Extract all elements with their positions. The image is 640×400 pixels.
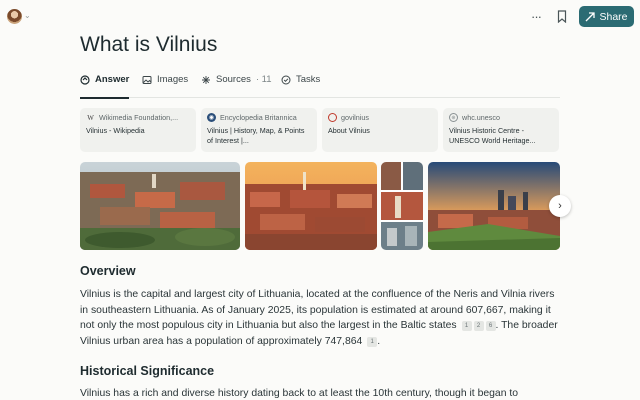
source-title: Vilnius Historic Centre - UNESCO World H… [449,126,536,145]
vilnius-aerial-image[interactable] [80,162,240,250]
chevron-down-icon[interactable]: ⌄ [24,11,31,20]
tab-images[interactable]: Images [142,74,188,96]
tab-answer[interactable]: Answer [80,74,130,99]
source-title: About Vilnius [328,126,370,135]
sources-icon [202,76,210,84]
source-card[interactable]: ◉ Encyclopedia Britannica Vilnius | Histo… [201,108,317,152]
vilnius-city-image[interactable] [428,162,560,250]
source-site: Encyclopedia Britannica [220,113,297,122]
share-label: Share [599,10,628,23]
chevron-right-icon: › [558,200,562,212]
overview-text: . [377,335,381,347]
tab-bar: Answer Images Sources · 11 Tasks [80,72,560,99]
citation-badge[interactable]: 1 [367,336,378,347]
source-cards: W Wikimedia Foundation,... Vilnius - Wiki… [80,108,560,152]
more-options-icon[interactable]: ··· [531,9,542,24]
history-paragraph: Vilnius has a rich and diverse history d… [80,388,519,399]
share-button[interactable]: Share [579,6,634,27]
globe-icon: ◉ [207,113,216,122]
tasks-icon [281,75,291,85]
source-card[interactable]: govilnius About Vilnius [322,108,438,152]
vilnius-collage-image[interactable] [381,162,423,250]
source-site: whc.unesco [462,113,500,122]
citation-badge[interactable]: 2 [473,321,484,331]
vilnius-sunset-image[interactable] [245,162,377,250]
tab-tasks[interactable]: Tasks [281,74,320,96]
image-icon [142,76,152,84]
govilnius-icon [328,113,337,122]
wikipedia-icon: W [87,113,94,122]
next-image-button[interactable]: › [549,195,571,217]
source-title: Vilnius | History, Map, & Points of Inte… [207,126,305,145]
source-card[interactable]: ⊕ whc.unesco Vilnius Historic Centre - UN… [443,108,559,152]
citation-badge[interactable]: 6 [485,321,496,331]
source-site: govilnius [341,113,369,122]
tab-tasks-label: Tasks [296,74,321,85]
top-bar: ⌄ ··· Share [0,0,640,34]
tab-sources[interactable]: Sources · 11 [201,74,272,96]
source-title: Vilnius - Wikipedia [86,126,145,135]
share-icon [586,11,596,21]
tab-answer-label: Answer [95,74,130,85]
image-strip [80,162,560,250]
source-site: Wikimedia Foundation,... [99,113,179,122]
citation-badge[interactable]: 1 [461,321,472,331]
tab-sources-count: · 11 [255,74,272,85]
history-heading: Historical Significance [80,364,215,378]
globe-icon: ⊕ [449,113,458,122]
page-title: What is Vilnius [80,33,218,56]
answer-icon [80,75,90,85]
tab-sources-label: Sources [216,74,251,85]
bookmark-icon[interactable] [557,10,567,23]
overview-paragraph: Vilnius is the capital and largest city … [80,287,560,349]
overview-heading: Overview [80,264,136,278]
avatar[interactable] [7,9,22,24]
source-card[interactable]: W Wikimedia Foundation,... Vilnius - Wiki… [80,108,196,152]
tab-images-label: Images [157,74,189,85]
